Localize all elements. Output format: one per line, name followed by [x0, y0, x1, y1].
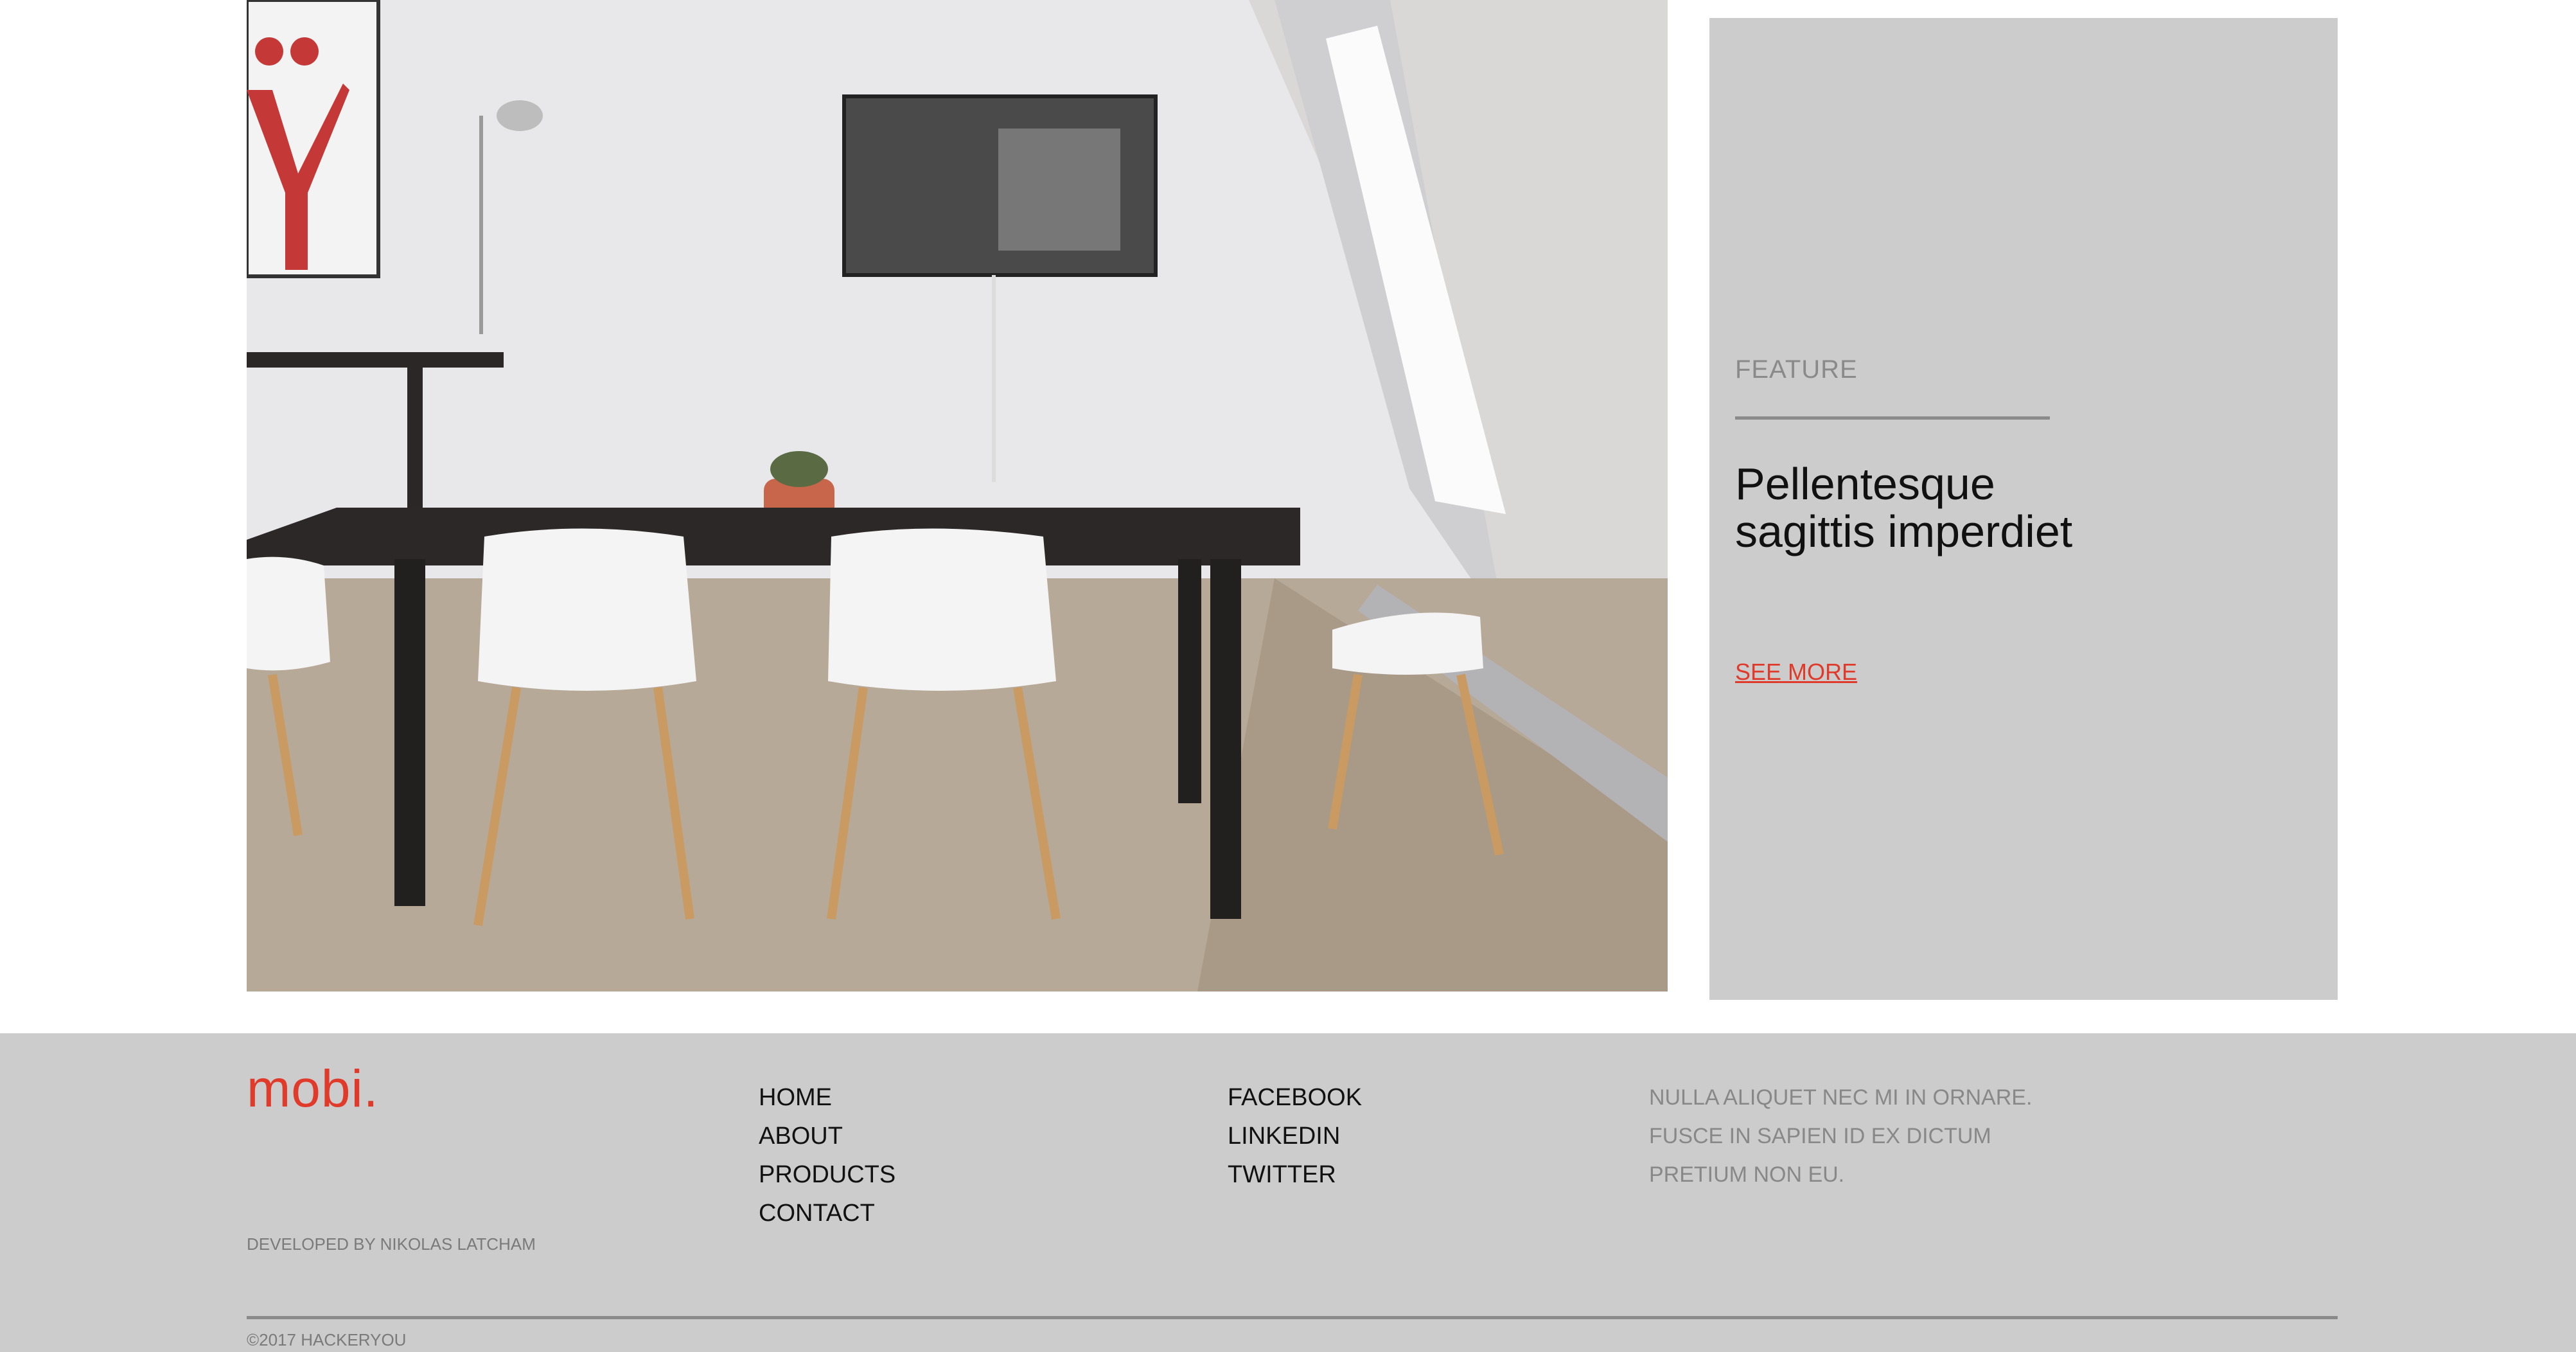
feature-title: Pellentesque sagittis imperdiet — [1735, 459, 2073, 556]
dining-room-illustration — [247, 0, 1668, 992]
footer-nav: HOME ABOUT PRODUCTS CONTACT — [759, 1078, 895, 1232]
nav-link-home[interactable]: HOME — [759, 1078, 895, 1117]
feature-divider — [1735, 416, 2050, 420]
social-link-linkedin[interactable]: LINKEDIN — [1228, 1117, 1362, 1155]
site-footer: mobi. DEVELOPED BY NIKOLAS LATCHAM HOME … — [0, 1033, 2576, 1352]
copyright-text: ©2017 HACKERYOU — [247, 1330, 407, 1349]
footer-blurb: NULLA ALIQUET NEC MI IN ORNARE. FUSCE IN… — [1649, 1085, 2033, 1187]
social-link-facebook[interactable]: FACEBOOK — [1228, 1078, 1362, 1117]
developer-credit: DEVELOPED BY NIKOLAS LATCHAM — [247, 1234, 536, 1254]
hero-photo — [247, 0, 1668, 992]
footer-divider — [247, 1316, 2338, 1319]
social-nav: FACEBOOK LINKEDIN TWITTER — [1228, 1078, 1362, 1194]
feature-label: FEATURE — [1735, 355, 1858, 384]
see-more-link[interactable]: SEE MORE — [1735, 659, 1857, 686]
logo[interactable]: mobi. — [247, 1059, 379, 1119]
nav-link-contact[interactable]: CONTACT — [759, 1194, 895, 1232]
social-link-twitter[interactable]: TWITTER — [1228, 1155, 1362, 1194]
nav-link-about[interactable]: ABOUT — [759, 1117, 895, 1155]
feature-card: FEATURE Pellentesque sagittis imperdiet … — [1709, 18, 2338, 1000]
nav-link-products[interactable]: PRODUCTS — [759, 1155, 895, 1194]
